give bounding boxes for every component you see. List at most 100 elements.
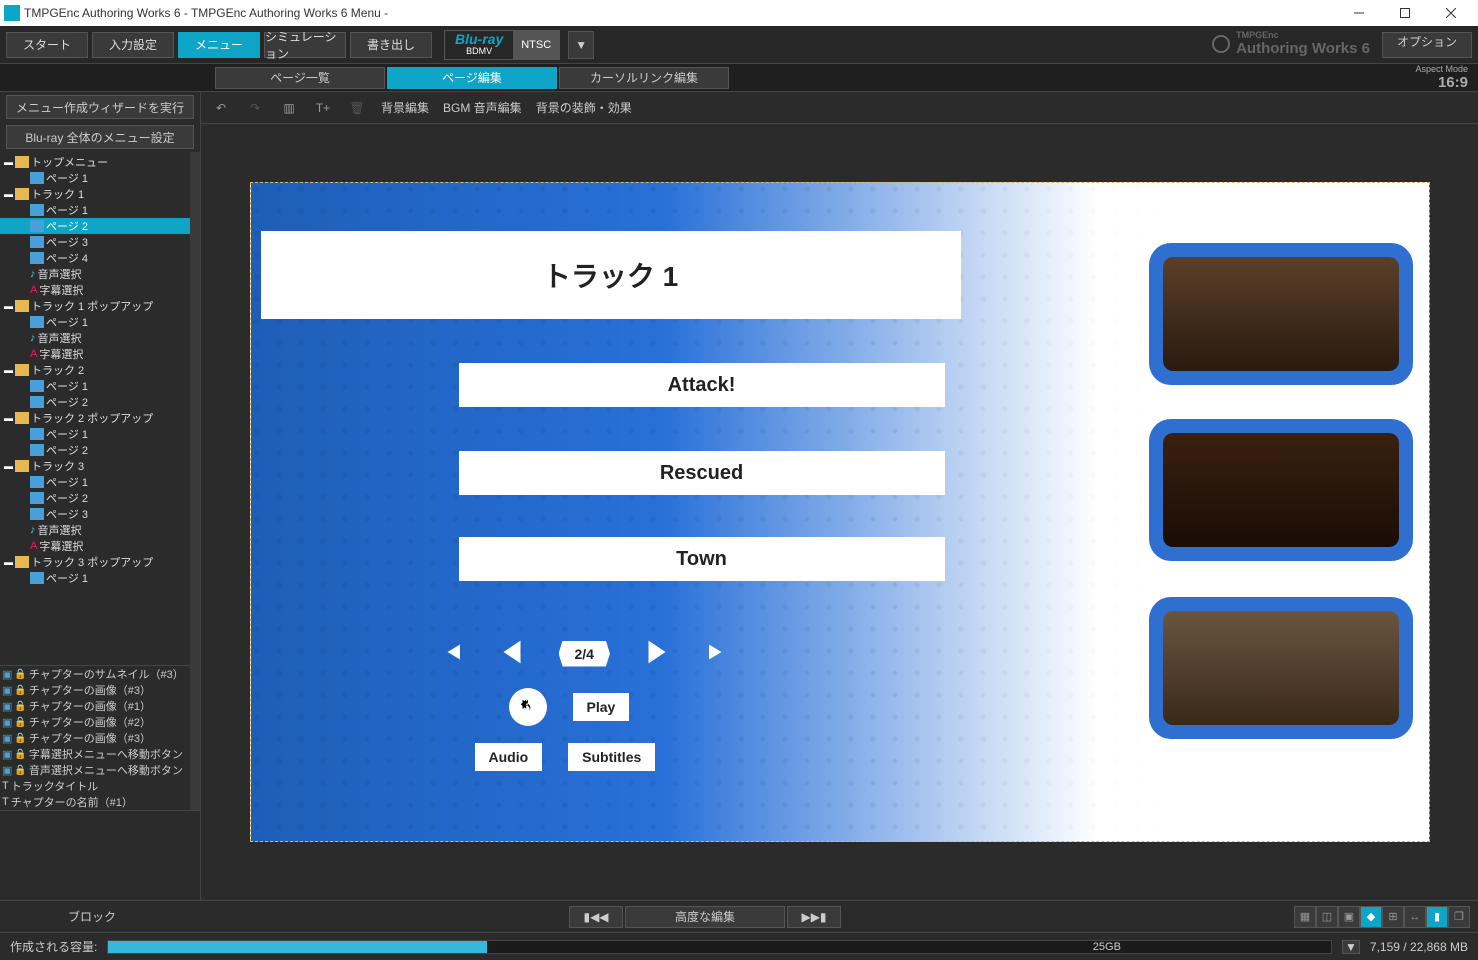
tree-page[interactable]: ページ 1 bbox=[0, 170, 190, 186]
video-standard: NTSC bbox=[513, 31, 559, 59]
tree-track3[interactable]: ▬トラック 3 bbox=[0, 458, 190, 474]
prop-row[interactable]: ▣🔒チャプターの画像（#1） bbox=[0, 698, 190, 714]
global-settings-button[interactable]: Blu-ray 全体のメニュー設定 bbox=[6, 125, 194, 149]
prop-row[interactable]: Tトラックタイトル bbox=[0, 778, 190, 794]
add-text-icon[interactable]: T+ bbox=[313, 98, 333, 118]
prop-row[interactable]: Tチャプターの名前（#1） bbox=[0, 794, 190, 810]
format-dropdown[interactable]: ▼ bbox=[568, 31, 594, 59]
storage-dropdown[interactable]: ▼ bbox=[1342, 940, 1360, 954]
tree-track2[interactable]: ▬トラック 2 bbox=[0, 362, 190, 378]
prop-row[interactable]: ▣🔒チャプターのサムネイル（#3） bbox=[0, 666, 190, 682]
skip-first-icon[interactable] bbox=[435, 637, 465, 670]
start-button[interactable]: スタート bbox=[6, 32, 88, 58]
property-list[interactable]: ▣🔒チャプターのサムネイル（#3） ▣🔒チャプターの画像（#3） ▣🔒チャプター… bbox=[0, 665, 190, 810]
control-row-2: Play bbox=[475, 688, 630, 726]
view-arrows-icon[interactable]: ↔ bbox=[1404, 906, 1426, 928]
decoration-link[interactable]: 背景の装飾・効果 bbox=[536, 99, 632, 116]
simulation-button[interactable]: シミュレーション bbox=[264, 32, 346, 58]
view-tile-icon[interactable]: ◫ bbox=[1316, 906, 1338, 928]
prop-row[interactable]: ▣🔒字幕選択メニューへ移動ボタン bbox=[0, 746, 190, 762]
advanced-edit-button[interactable]: 高度な編集 bbox=[625, 906, 785, 928]
next-icon[interactable] bbox=[640, 635, 674, 672]
maximize-button[interactable] bbox=[1382, 0, 1428, 26]
input-settings-button[interactable]: 入力設定 bbox=[92, 32, 174, 58]
tree-page[interactable]: ページ 2 bbox=[0, 394, 190, 410]
options-button[interactable]: オプション bbox=[1382, 32, 1472, 58]
prev-icon[interactable] bbox=[495, 635, 529, 672]
chapter-thumbnail-1[interactable] bbox=[1149, 243, 1413, 385]
tree-page[interactable]: ページ 2 bbox=[0, 490, 190, 506]
delete-icon[interactable]: 🗑 bbox=[347, 98, 367, 118]
audio-button[interactable]: Audio bbox=[475, 743, 543, 771]
tree-scrollbar[interactable] bbox=[190, 152, 200, 665]
menu-tree[interactable]: ▬トップメニュー ページ 1 ▬トラック 1 ページ 1 ページ 2 ページ 3… bbox=[0, 152, 190, 665]
chapter-button-2[interactable]: Rescued bbox=[459, 451, 945, 495]
chapter-button-1[interactable]: Attack! bbox=[459, 363, 945, 407]
tree-audio[interactable]: ♪音声選択 bbox=[0, 266, 190, 282]
prop-row[interactable]: ▣🔒音声選択メニューへ移動ボタン bbox=[0, 762, 190, 778]
menu-canvas[interactable]: トラック 1 Attack! Rescued Town 2/4 Play Aud… bbox=[250, 182, 1430, 842]
tree-page[interactable]: ページ 1 bbox=[0, 570, 190, 586]
add-item-icon[interactable]: ▥ bbox=[279, 98, 299, 118]
next-page-button[interactable]: ▶▶▮ bbox=[787, 906, 841, 928]
tree-track1[interactable]: ▬トラック 1 bbox=[0, 186, 190, 202]
props-scrollbar[interactable] bbox=[190, 665, 200, 810]
tree-track3-popup[interactable]: ▬トラック 3 ポップアップ bbox=[0, 554, 190, 570]
tree-top-menu[interactable]: ▬トップメニュー bbox=[0, 154, 190, 170]
skip-last-icon[interactable] bbox=[704, 637, 734, 670]
tree-page[interactable]: ページ 3 bbox=[0, 506, 190, 522]
tab-cursor-link[interactable]: カーソルリンク編集 bbox=[559, 67, 729, 89]
prev-page-button[interactable]: ▮◀◀ bbox=[569, 906, 623, 928]
tree-page[interactable]: ページ 3 bbox=[0, 234, 190, 250]
tree-subtitle[interactable]: A字幕選択 bbox=[0, 538, 190, 554]
nav-row: 2/4 bbox=[435, 635, 734, 672]
prop-row[interactable]: ▣🔒チャプターの画像（#3） bbox=[0, 682, 190, 698]
redo-icon[interactable]: ↷ bbox=[245, 98, 265, 118]
tree-page[interactable]: ページ 1 bbox=[0, 474, 190, 490]
tree-page[interactable]: ページ 1 bbox=[0, 314, 190, 330]
play-button[interactable]: Play bbox=[573, 693, 630, 721]
view-layers-icon[interactable]: ▮ bbox=[1426, 906, 1448, 928]
view-split-icon[interactable]: ⊞ bbox=[1382, 906, 1404, 928]
close-button[interactable] bbox=[1428, 0, 1474, 26]
subtitles-button[interactable]: Subtitles bbox=[568, 743, 655, 771]
bgm-edit-link[interactable]: BGM 音声編集 bbox=[443, 99, 522, 116]
tree-page[interactable]: ページ 2 bbox=[0, 442, 190, 458]
tree-subtitle[interactable]: A字幕選択 bbox=[0, 282, 190, 298]
view-select-icon[interactable]: ◆ bbox=[1360, 906, 1382, 928]
edit-mode-label: ブロック bbox=[68, 908, 116, 925]
view-safe-icon[interactable]: ▣ bbox=[1338, 906, 1360, 928]
titlebar: TMPGEnc Authoring Works 6 - TMPGEnc Auth… bbox=[0, 0, 1478, 26]
menu-button[interactable]: メニュー bbox=[178, 32, 260, 58]
view-grid-icon[interactable]: ▦ bbox=[1294, 906, 1316, 928]
tree-track1-popup[interactable]: ▬トラック 1 ポップアップ bbox=[0, 298, 190, 314]
output-button[interactable]: 書き出し bbox=[350, 32, 432, 58]
tree-page[interactable]: ページ 4 bbox=[0, 250, 190, 266]
prop-row[interactable]: ▣🔒チャプターの画像（#2） bbox=[0, 714, 190, 730]
tree-page[interactable]: ページ 1 bbox=[0, 426, 190, 442]
tree-track2-popup[interactable]: ▬トラック 2 ポップアップ bbox=[0, 410, 190, 426]
tree-page-selected[interactable]: ページ 2 bbox=[0, 218, 190, 234]
tree-subtitle[interactable]: A字幕選択 bbox=[0, 346, 190, 362]
bg-edit-link[interactable]: 背景編集 bbox=[381, 99, 429, 116]
chapter-thumbnail-3[interactable] bbox=[1149, 597, 1413, 739]
view-copy-icon[interactable]: ❐ bbox=[1448, 906, 1470, 928]
undo-icon[interactable]: ↶ bbox=[211, 98, 231, 118]
tree-audio[interactable]: ♪音声選択 bbox=[0, 522, 190, 538]
tree-page[interactable]: ページ 1 bbox=[0, 202, 190, 218]
prop-row[interactable]: ▣🔒チャプターの画像（#3） bbox=[0, 730, 190, 746]
format-name: Blu-ray bbox=[455, 31, 503, 47]
tab-page-list[interactable]: ページ一覧 bbox=[215, 67, 385, 89]
page-indicator[interactable]: 2/4 bbox=[559, 641, 610, 667]
chapter-thumbnail-2[interactable] bbox=[1149, 419, 1413, 561]
tree-page[interactable]: ページ 1 bbox=[0, 378, 190, 394]
chapter-button-3[interactable]: Town bbox=[459, 537, 945, 581]
wizard-button[interactable]: メニュー作成ウィザードを実行 bbox=[6, 95, 194, 119]
format-indicator[interactable]: Blu-ray BDMV NTSC bbox=[444, 30, 560, 60]
minimize-button[interactable] bbox=[1336, 0, 1382, 26]
tab-page-edit[interactable]: ページ編集 bbox=[387, 67, 557, 89]
menu-title[interactable]: トラック 1 bbox=[261, 231, 961, 319]
brand-icon bbox=[1212, 35, 1230, 53]
back-button[interactable] bbox=[509, 688, 547, 726]
tree-audio[interactable]: ♪音声選択 bbox=[0, 330, 190, 346]
